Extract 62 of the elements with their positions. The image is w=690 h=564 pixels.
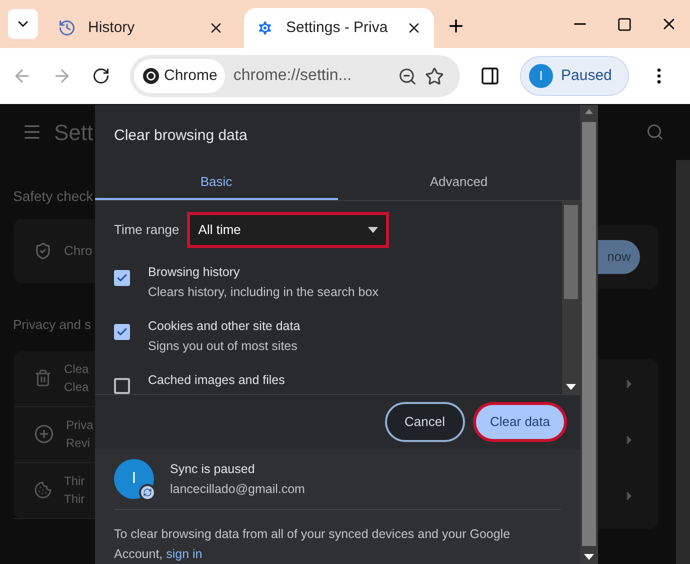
site-chip[interactable]: Chrome — [134, 59, 226, 93]
settings-icon — [256, 19, 274, 37]
scroll-down-icon[interactable] — [584, 554, 594, 560]
page-title: Sett — [54, 118, 94, 146]
checkbox[interactable] — [114, 378, 130, 394]
dialog-tab[interactable]: Advanced — [338, 166, 580, 200]
option-title: Browsing history — [148, 264, 241, 281]
option-description: Clears history, including in the search box — [148, 284, 378, 301]
trash-icon — [34, 369, 52, 387]
zoom-icon[interactable] — [398, 66, 417, 86]
checkbox[interactable] — [114, 324, 130, 340]
tab-title: Settings - Priva — [286, 18, 389, 38]
plus-circle-icon — [34, 424, 54, 444]
option-title: Cached images and files — [148, 372, 285, 389]
sync-note: To clear browsing data from all of your synced devices and your Google Account, sign in — [114, 526, 512, 563]
field-label: Time range — [114, 220, 180, 239]
profile-button[interactable]: I Paused — [520, 56, 629, 96]
check-icon — [116, 272, 128, 284]
check-icon — [116, 326, 128, 338]
clear-data-button[interactable]: Clear data — [473, 402, 567, 442]
sync-status: Sync is paused — [170, 461, 256, 478]
shield-icon — [34, 242, 52, 260]
dialog-tab[interactable]: Basic — [95, 166, 338, 200]
browser-tab[interactable]: Settings - Priva — [244, 8, 434, 48]
option-title: Cookies and other site data — [148, 318, 300, 334]
row-subtitle: Thir — [64, 491, 85, 508]
scroll-thumb[interactable] — [582, 122, 596, 546]
tab-search-button[interactable] — [8, 9, 38, 39]
bookmark-star-icon[interactable] — [425, 66, 444, 86]
scroll-up-icon[interactable] — [585, 109, 593, 114]
dropdown-caret-icon — [368, 226, 378, 232]
row-title: Clea — [64, 361, 89, 378]
scroll-down-icon[interactable] — [566, 384, 576, 390]
side-panel-icon[interactable] — [480, 66, 500, 86]
card-text: Chro — [64, 242, 92, 260]
url-text: chrome://settin... — [233, 66, 353, 86]
sign-in-link[interactable]: sign in — [166, 547, 202, 561]
account-email: lancecillado@gmail.com — [170, 481, 305, 498]
reload-icon[interactable] — [92, 67, 110, 85]
avatar: I — [114, 459, 154, 499]
address-bar[interactable]: Chrome chrome://settin... — [130, 55, 460, 97]
option-description: Signs you out of most sites — [148, 338, 298, 355]
cookie-icon — [34, 481, 52, 499]
history-icon — [58, 19, 76, 37]
checkbox[interactable] — [114, 270, 130, 286]
sync-badge-icon — [139, 484, 156, 501]
avatar: I — [529, 64, 553, 88]
cancel-button[interactable]: Cancel — [384, 402, 466, 442]
chrome-logo-icon — [142, 67, 160, 85]
scroll-thumb[interactable] — [564, 204, 578, 298]
search-icon[interactable] — [646, 123, 664, 141]
dialog-title: Clear browsing data — [113, 126, 248, 146]
section-heading: Privacy and s — [13, 316, 92, 334]
row-subtitle: Revi — [66, 435, 92, 452]
time-range-dropdown[interactable]: All time — [187, 212, 390, 248]
tab-title: History — [88, 18, 136, 38]
browser-tab[interactable]: History — [46, 8, 236, 48]
maximize-icon[interactable] — [617, 17, 632, 32]
row-subtitle: Clea — [64, 379, 89, 396]
row-title: Priva — [66, 417, 94, 434]
section-heading: Safety check — [13, 187, 94, 206]
row-title: Thir — [64, 473, 85, 490]
